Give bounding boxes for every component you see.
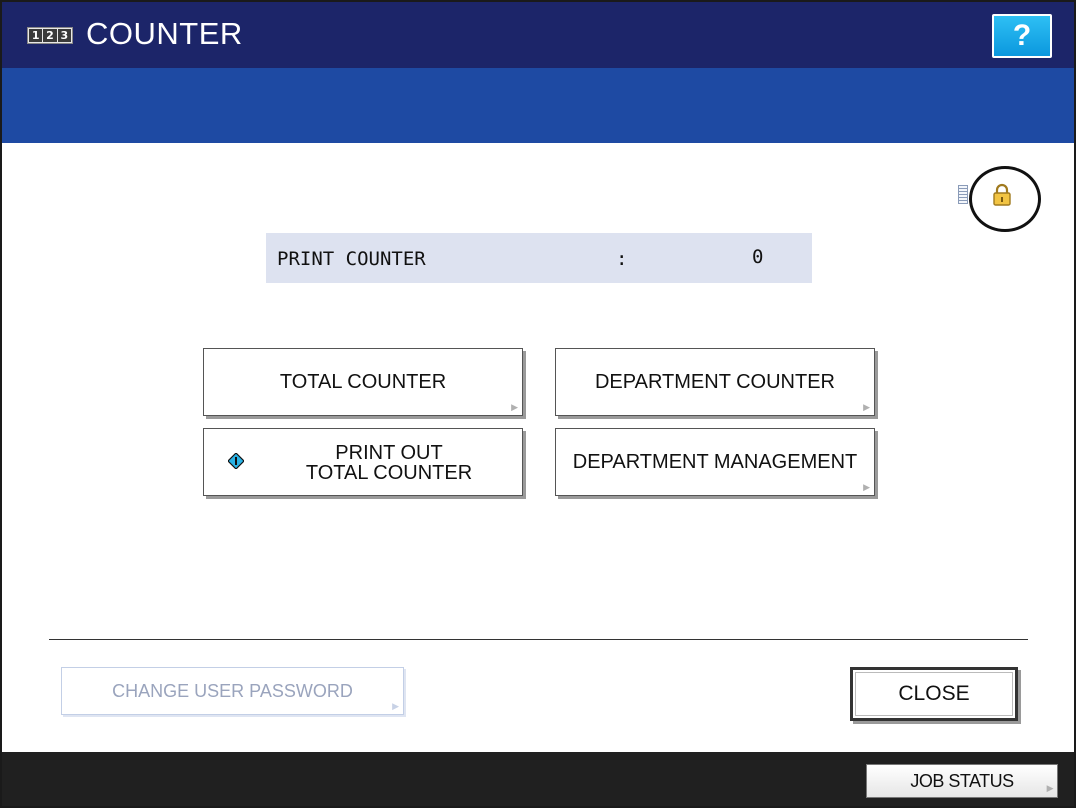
counter-digit: 1 [29,29,43,42]
arrow-right-icon: ▶ [392,701,399,711]
print-counter-separator: : [616,248,628,270]
department-counter-label: DEPARTMENT COUNTER [594,371,836,393]
total-counter-button[interactable]: TOTAL COUNTER ▶ [203,348,523,416]
blue-band [2,68,1074,143]
counter-screen: 1 2 3 COUNTER ? PRINT COUNTER : 0 TOTAL … [0,0,1076,808]
change-user-password-label: CHANGE USER PASSWORD [112,681,353,701]
print-out-total-counter-button[interactable]: PRINT OUT TOTAL COUNTER [203,428,523,496]
arrow-right-icon: ▶ [511,402,518,412]
arrow-right-icon: ▶ [1046,783,1054,793]
close-label: CLOSE [855,672,1013,716]
job-status-button[interactable]: JOB STATUS ▶ [866,764,1058,798]
department-management-label: DEPARTMENT MANAGEMENT [572,451,858,473]
counter-digits-icon: 1 2 3 [27,27,73,44]
counter-digit: 2 [43,29,57,42]
page-title: COUNTER [86,16,243,51]
print-counter-label: PRINT COUNTER [277,248,426,270]
change-user-password-button[interactable]: CHANGE USER PASSWORD ▶ [61,667,404,715]
arrow-right-icon: ▶ [863,402,870,412]
highlight-circle [969,166,1041,232]
department-counter-button[interactable]: DEPARTMENT COUNTER ▶ [555,348,875,416]
document-icon [958,185,968,204]
arrow-right-icon: ▶ [863,482,870,492]
department-management-button[interactable]: DEPARTMENT MANAGEMENT ▶ [555,428,875,496]
close-button[interactable]: CLOSE [850,667,1018,721]
divider [49,639,1028,640]
counter-digit: 3 [57,29,71,42]
print-out-label: PRINT OUT TOTAL COUNTER [294,443,484,483]
total-counter-label: TOTAL COUNTER [279,371,447,393]
title-bar: 1 2 3 COUNTER ? [2,2,1074,68]
print-out-line2: TOTAL COUNTER [305,462,473,484]
print-counter-display: PRINT COUNTER : 0 [266,233,812,283]
print-out-line1: PRINT OUT [335,442,443,464]
job-status-label: JOB STATUS [910,770,1014,791]
start-diamond-icon [228,453,244,469]
help-button[interactable]: ? [992,14,1052,58]
print-counter-value: 0 [752,246,764,268]
